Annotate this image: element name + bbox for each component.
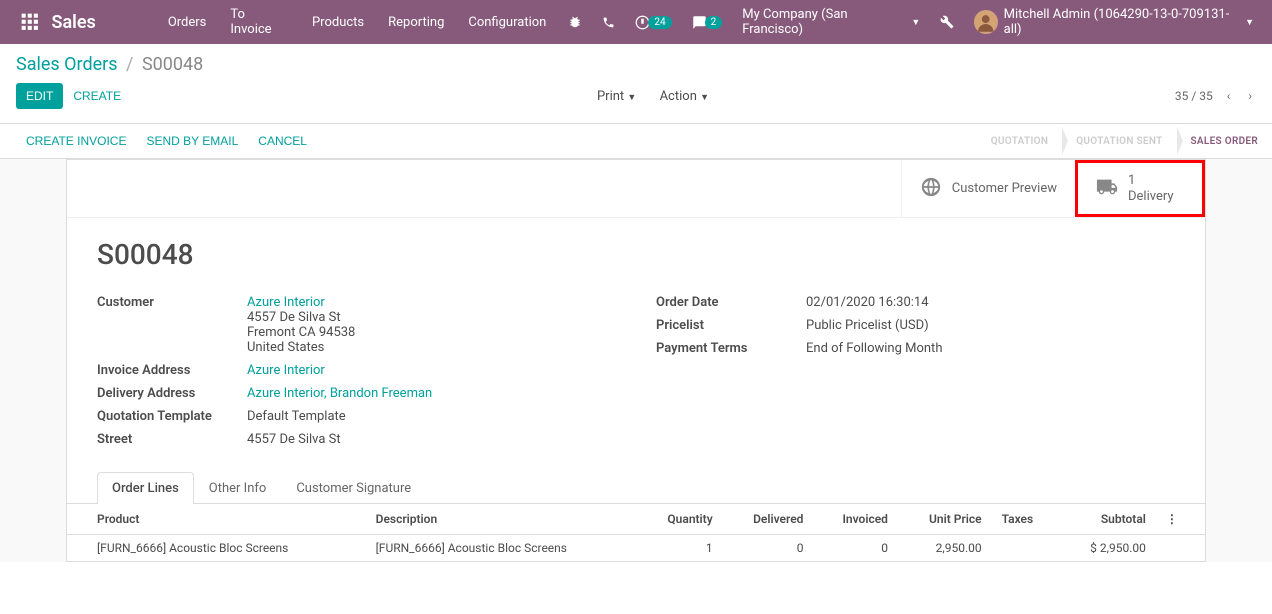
chevron-down-icon: ▼: [911, 17, 920, 28]
delivery-label: Delivery: [1128, 189, 1174, 204]
delivery-count: 1: [1128, 173, 1135, 188]
tab-customer-signature[interactable]: Customer Signature: [281, 472, 426, 504]
order-date-value: 02/01/2020 16:30:14: [806, 295, 1175, 310]
customer-addr2: Fremont CA 94538: [247, 325, 616, 340]
stage-quotation[interactable]: QUOTATION: [977, 126, 1063, 157]
th-product[interactable]: Product: [67, 504, 366, 535]
th-unit-price[interactable]: Unit Price: [898, 504, 992, 535]
pricelist-value: Public Pricelist (USD): [806, 318, 1175, 333]
stage-sales-order[interactable]: SALES ORDER: [1177, 126, 1272, 157]
send-email-button[interactable]: SEND BY EMAIL: [136, 124, 248, 158]
payment-terms-label: Payment Terms: [656, 341, 806, 356]
tab-order-lines[interactable]: Order Lines: [97, 472, 194, 504]
statusbar: CREATE INVOICE SEND BY EMAIL CANCEL QUOT…: [0, 123, 1272, 159]
invoice-address-label: Invoice Address: [97, 363, 247, 378]
pager-text: 35 / 35: [1175, 89, 1213, 103]
th-delivered[interactable]: Delivered: [723, 504, 814, 535]
delivery-address-label: Delivery Address: [97, 386, 247, 401]
chevron-down-icon: ▼: [700, 93, 709, 103]
company-name: My Company (San Francisco): [742, 7, 907, 37]
user-name: Mitchell Admin (1064290-13-0-709131-all): [1004, 7, 1241, 37]
customer-label: Customer: [97, 295, 247, 310]
cell-quantity: 1: [638, 535, 722, 562]
print-dropdown[interactable]: Print ▼: [587, 83, 646, 110]
cell-taxes: [992, 535, 1059, 562]
delivery-button[interactable]: 1 Delivery: [1075, 160, 1205, 217]
th-subtotal[interactable]: Subtotal: [1058, 504, 1156, 535]
nav-configuration[interactable]: Configuration: [456, 3, 558, 42]
main-navbar: Sales Orders To Invoice Products Reporti…: [0, 0, 1272, 44]
nav-to-invoice[interactable]: To Invoice: [218, 0, 300, 49]
nav-orders[interactable]: Orders: [156, 3, 219, 42]
control-panel: EDIT CREATE Print ▼ Action ▼ 35 / 35 ‹ ›: [0, 75, 1272, 123]
street-value: 4557 De Silva St: [247, 432, 616, 447]
breadcrumb-sep: /: [126, 54, 133, 75]
action-dropdown[interactable]: Action ▼: [650, 83, 719, 110]
form-col-right: Order Date 02/01/2020 16:30:14 Pricelist…: [656, 291, 1175, 451]
invoice-address-link[interactable]: Azure Interior: [247, 363, 325, 378]
stage-quotation-sent[interactable]: QUOTATION SENT: [1062, 126, 1176, 157]
button-box: Customer Preview 1 Delivery: [67, 160, 1205, 218]
pager: 35 / 35 ‹ ›: [1175, 87, 1256, 105]
phone-icon[interactable]: [592, 0, 625, 44]
pager-next[interactable]: ›: [1244, 87, 1256, 105]
chevron-down-icon: ▼: [627, 93, 636, 103]
cell-unit-price: 2,950.00: [898, 535, 992, 562]
delivery-address-link[interactable]: Azure Interior, Brandon Freeman: [247, 386, 432, 401]
quotation-template-value: Default Template: [247, 409, 616, 424]
customer-addr1: 4557 De Silva St: [247, 310, 616, 325]
timer-badge: 24: [648, 16, 671, 29]
chat-icon[interactable]: 2: [682, 0, 733, 44]
tab-bar: Order Lines Other Info Customer Signatur…: [67, 471, 1205, 504]
company-switcher[interactable]: My Company (San Francisco) ▼: [732, 0, 930, 44]
order-date-label: Order Date: [656, 295, 806, 310]
edit-button[interactable]: EDIT: [16, 83, 63, 109]
apps-icon[interactable]: [20, 12, 40, 32]
customer-preview-label: Customer Preview: [952, 181, 1057, 196]
quotation-template-label: Quotation Template: [97, 409, 247, 424]
cell-delivered: 0: [723, 535, 814, 562]
cell-subtotal: $ 2,950.00: [1058, 535, 1156, 562]
cancel-button[interactable]: CANCEL: [248, 124, 317, 158]
truck-icon: [1096, 176, 1118, 202]
create-button[interactable]: CREATE: [63, 83, 131, 109]
chat-badge: 2: [705, 16, 723, 29]
breadcrumb: Sales Orders / S00048: [0, 44, 1272, 75]
record-title: S00048: [67, 218, 1205, 281]
cell-product: [FURN_6666] Acoustic Bloc Screens: [67, 535, 366, 562]
th-invoiced[interactable]: Invoiced: [813, 504, 898, 535]
status-stages: QUOTATION QUOTATION SENT SALES ORDER: [977, 126, 1272, 157]
tab-other-info[interactable]: Other Info: [194, 472, 282, 504]
breadcrumb-parent[interactable]: Sales Orders: [16, 54, 118, 75]
customer-preview-button[interactable]: Customer Preview: [901, 160, 1075, 217]
form-sheet: Customer Preview 1 Delivery S00048 Custo…: [66, 159, 1206, 562]
th-taxes[interactable]: Taxes: [992, 504, 1059, 535]
pager-prev[interactable]: ‹: [1223, 87, 1235, 105]
form-col-left: Customer Azure Interior 4557 De Silva St…: [97, 291, 616, 451]
nav-reporting[interactable]: Reporting: [376, 3, 456, 42]
customer-link[interactable]: Azure Interior: [247, 295, 325, 310]
th-options[interactable]: ⋮: [1156, 504, 1205, 535]
user-menu[interactable]: Mitchell Admin (1064290-13-0-709131-all)…: [964, 0, 1264, 44]
debug-icon[interactable]: [558, 0, 592, 44]
th-description[interactable]: Description: [366, 504, 639, 535]
cell-invoiced: 0: [813, 535, 898, 562]
breadcrumb-current: S00048: [142, 54, 203, 75]
th-quantity[interactable]: Quantity: [638, 504, 722, 535]
tools-icon[interactable]: [930, 0, 964, 44]
avatar: [974, 10, 997, 34]
payment-terms-value: End of Following Month: [806, 341, 1175, 356]
chevron-down-icon: ▼: [1245, 17, 1254, 28]
nav-products[interactable]: Products: [300, 3, 376, 42]
timer-icon[interactable]: 24: [625, 0, 681, 44]
street-label: Street: [97, 432, 247, 447]
pricelist-label: Pricelist: [656, 318, 806, 333]
cell-description: [FURN_6666] Acoustic Bloc Screens: [366, 535, 639, 562]
table-row[interactable]: [FURN_6666] Acoustic Bloc Screens [FURN_…: [67, 535, 1205, 562]
create-invoice-button[interactable]: CREATE INVOICE: [16, 124, 136, 158]
globe-icon: [920, 176, 942, 202]
order-lines-table: Product Description Quantity Delivered I…: [67, 504, 1205, 561]
customer-addr3: United States: [247, 340, 616, 355]
app-brand[interactable]: Sales: [52, 12, 96, 33]
